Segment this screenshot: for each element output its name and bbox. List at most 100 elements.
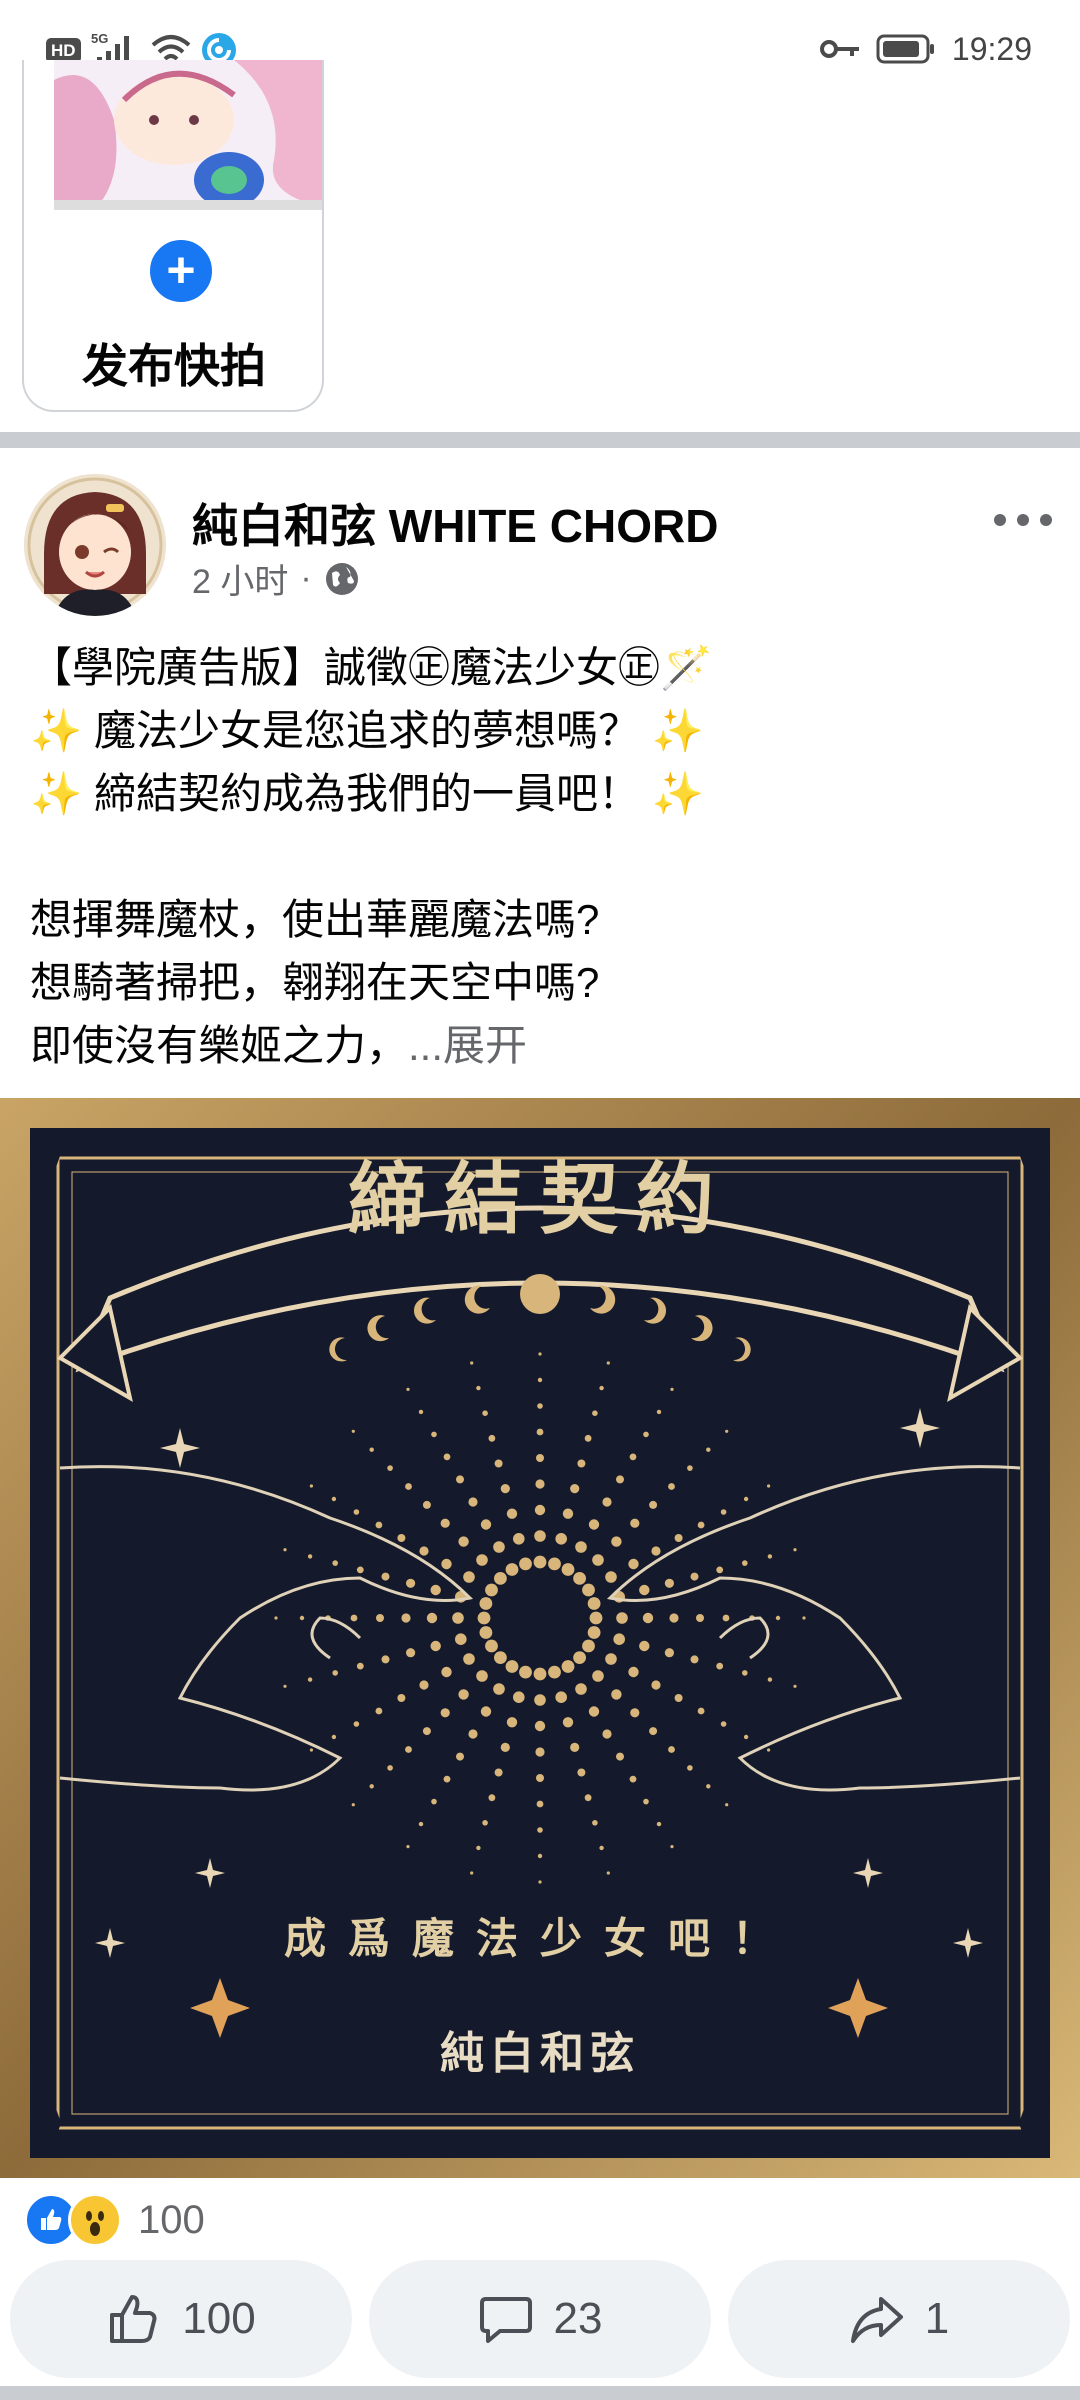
battery-icon <box>876 34 934 64</box>
poster-dot <box>690 1572 699 1581</box>
poster-dot <box>613 1633 625 1645</box>
poster-dot <box>767 1554 773 1559</box>
poster-dot <box>331 1496 337 1502</box>
poster-dot <box>307 1677 313 1682</box>
post-text-line: 【學院廣告版】誠徵㊣魔法少女㊣🪄 <box>30 644 713 691</box>
story-profile-thumbnail <box>54 60 322 210</box>
poster-dot <box>630 1708 640 1718</box>
poster-dot <box>537 1827 543 1833</box>
poster-dot <box>476 1845 481 1851</box>
comment-bubble-icon <box>479 2297 532 2343</box>
poster-dot <box>651 1680 661 1690</box>
post-text-line: ✨ 締結契約成為我們的一員吧！ ✨ <box>30 770 704 817</box>
poster-dot <box>369 1447 374 1452</box>
poster-dot <box>351 1429 355 1433</box>
poster-dot <box>458 1689 469 1700</box>
comment-button[interactable]: 23 <box>369 2260 711 2378</box>
poster-dot <box>353 1721 360 1727</box>
poster-dot <box>570 1742 580 1752</box>
poster-dot <box>573 1572 586 1585</box>
see-more-link[interactable]: ...展开 <box>408 1022 527 1069</box>
poster-dot <box>493 1683 505 1695</box>
poster-dot <box>697 1521 705 1529</box>
poster-dot <box>656 1409 662 1415</box>
poster-dot <box>381 1572 390 1581</box>
poster-dot <box>706 1447 711 1452</box>
share-button[interactable]: 1 <box>728 2260 1070 2378</box>
poster-dot <box>584 1794 592 1802</box>
poster-dot <box>575 1541 587 1553</box>
poster-dot <box>283 1548 287 1552</box>
poster-dot <box>476 1670 488 1682</box>
poster-dot <box>494 1651 507 1664</box>
poster-dot <box>589 1611 603 1625</box>
poster-dot <box>656 1821 662 1827</box>
page-avatar[interactable] <box>24 474 166 616</box>
wow-reaction-icon <box>68 2193 122 2247</box>
create-story-card[interactable]: + 发布快拍 <box>22 60 324 412</box>
poster-dot <box>592 1670 604 1682</box>
comment-count: 23 <box>553 2294 603 2343</box>
poster-dot <box>577 1768 586 1777</box>
poster-dot <box>430 1640 441 1652</box>
poster-dot <box>479 1626 493 1639</box>
post-meta: 2 小时 · <box>192 554 360 603</box>
poster-dot <box>743 1734 749 1740</box>
poster-dot <box>375 1707 383 1715</box>
poster-dot <box>535 1479 545 1489</box>
poster-dot <box>536 1454 544 1462</box>
poster-dot <box>582 1583 595 1597</box>
reactions-summary[interactable]: 100 <box>24 2190 205 2250</box>
poster-dot <box>599 1385 604 1391</box>
poster-dot <box>537 1377 543 1383</box>
poster-dot <box>587 1626 601 1639</box>
poster-dot <box>775 1615 781 1621</box>
poster-dot <box>643 1431 649 1438</box>
poster-dot <box>767 1484 771 1488</box>
poster-dot <box>616 1475 624 1484</box>
poster-dot <box>506 1717 518 1728</box>
post-time[interactable]: 2 小时 <box>192 554 288 603</box>
poster-dot <box>725 1429 729 1433</box>
poster-dot <box>664 1648 675 1658</box>
poster-dot <box>440 1518 450 1528</box>
poster-dot <box>406 1578 416 1588</box>
poster-dot <box>670 1387 674 1391</box>
poster-dot <box>602 1497 612 1507</box>
share-count: 1 <box>924 2294 950 2343</box>
like-button[interactable]: 100 <box>10 2260 352 2378</box>
share-arrow-icon <box>850 2297 903 2343</box>
globe-icon[interactable] <box>324 561 360 597</box>
poster-dot <box>592 1820 598 1826</box>
poster-dot <box>605 1571 617 1583</box>
poster-dot <box>452 1612 464 1624</box>
poster-dot <box>494 1572 507 1585</box>
poster-dot <box>519 1557 532 1571</box>
poster-dot <box>536 1800 544 1808</box>
post-image[interactable]: 締結契約 成爲魔法少女吧！ 純白和弦 <box>0 1098 1080 2178</box>
poster-subtitle: 成爲魔法少女吧！ <box>284 1914 796 1963</box>
reactions-count: 100 <box>138 2197 205 2242</box>
poster-dot <box>376 1614 384 1622</box>
poster-dot <box>401 1613 411 1623</box>
poster-dot <box>405 1746 412 1753</box>
poster-dot <box>716 1566 724 1574</box>
poster-dot <box>387 1765 393 1771</box>
more-options-button[interactable] <box>994 500 1052 540</box>
poster-dot <box>480 1519 492 1530</box>
page-name[interactable]: 純白和弦 WHITE CHORD <box>192 490 718 556</box>
poster-dot <box>706 1784 711 1789</box>
poster-dot <box>767 1677 773 1682</box>
post-text-line: ✨ 魔法少女是您追求的夢想嗎？ ✨ <box>30 707 704 754</box>
status-right: 19:29 <box>819 26 1032 72</box>
poster-dot <box>332 1670 339 1676</box>
poster-dot <box>577 1459 586 1468</box>
poster-dot <box>283 1684 287 1688</box>
add-story-button[interactable]: + <box>144 234 218 308</box>
poster-dot <box>353 1509 360 1515</box>
poster-dot <box>513 1533 525 1545</box>
post-text-line <box>30 825 1050 888</box>
poster-dot <box>587 1597 601 1610</box>
poster-dot <box>639 1640 650 1652</box>
poster-dot <box>606 1871 610 1875</box>
